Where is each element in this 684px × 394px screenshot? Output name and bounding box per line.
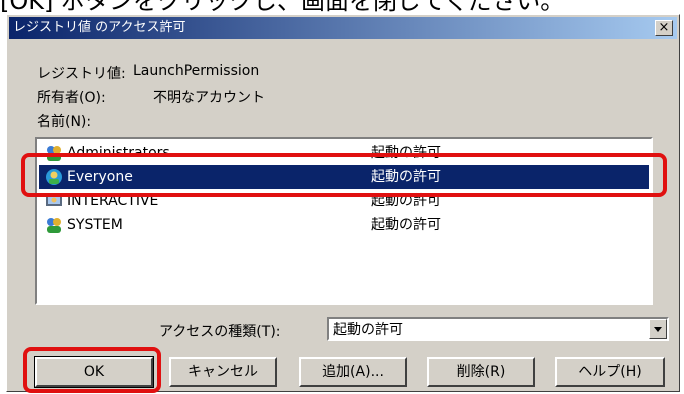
help-button[interactable]: ヘルプ(H) xyxy=(555,357,665,387)
registry-value-text: LaunchPermission xyxy=(133,63,260,79)
names-label: 名前(N): xyxy=(37,114,92,130)
close-button[interactable]: × xyxy=(655,20,673,36)
add-button[interactable]: 追加(A)... xyxy=(299,357,407,387)
chevron-down-icon[interactable] xyxy=(649,319,667,339)
owner-label: 所有者(O): xyxy=(37,90,106,106)
list-item-permission: 起動の許可 xyxy=(371,217,441,233)
registry-value-label: レジストリ値: xyxy=(37,66,126,82)
access-type-label: アクセスの種類(T): xyxy=(159,324,281,340)
remove-button[interactable]: 削除(R) xyxy=(427,357,535,387)
permissions-dialog: レジストリ値 のアクセス許可 × レジストリ値: LaunchPermissio… xyxy=(6,14,680,393)
group-icon xyxy=(45,216,63,234)
cancel-button[interactable]: キャンセル xyxy=(169,357,277,387)
owner-value: 不明なアカウント xyxy=(153,90,265,106)
dialog-title: レジストリ値 のアクセス許可 xyxy=(13,20,186,35)
everyone-highlight-frame xyxy=(21,153,667,197)
ok-highlight-frame xyxy=(23,347,161,393)
title-bar: レジストリ値 のアクセス許可 × xyxy=(9,17,677,39)
list-item-system[interactable]: SYSTEM 起動の許可 xyxy=(39,213,649,237)
access-type-value: 起動の許可 xyxy=(333,322,403,338)
list-item-name: SYSTEM xyxy=(67,217,123,233)
access-type-select[interactable]: 起動の許可 xyxy=(327,317,669,341)
